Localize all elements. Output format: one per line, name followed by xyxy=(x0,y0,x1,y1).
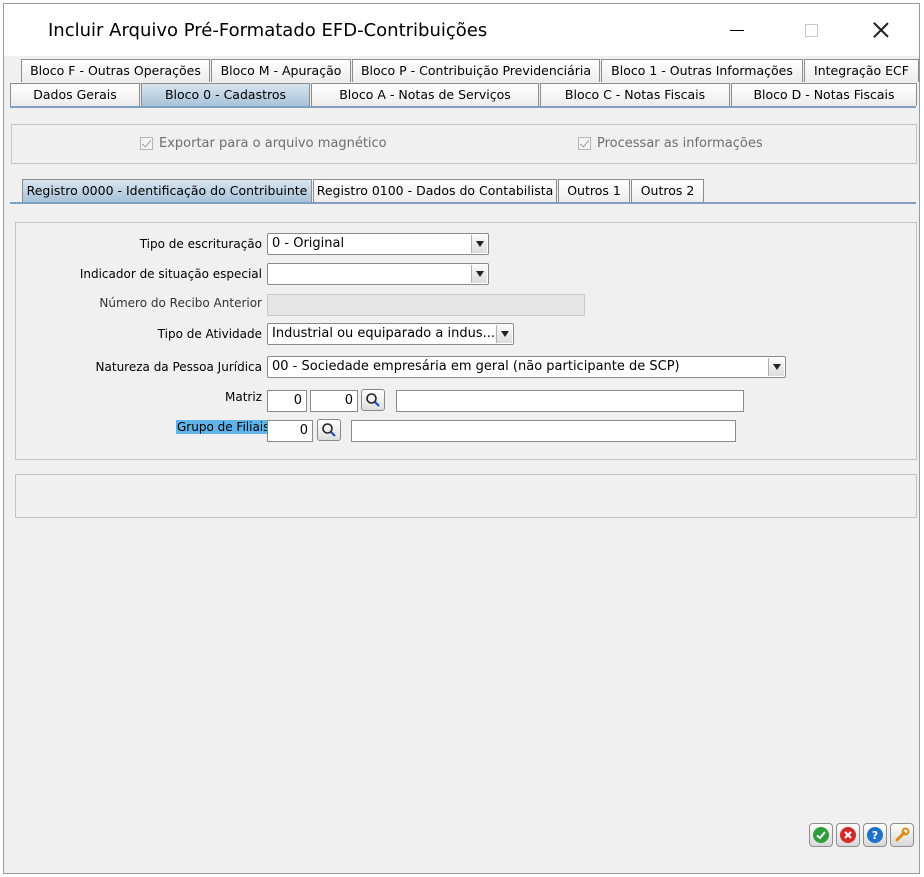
subtab-outros-2[interactable]: Outros 2 xyxy=(631,179,704,202)
tab-bloco-f[interactable]: Bloco F - Outras Operações xyxy=(21,59,210,82)
matriz-code1-input[interactable]: 0 xyxy=(267,390,307,412)
matriz-description-input[interactable] xyxy=(396,390,744,412)
svg-text:?: ? xyxy=(872,829,878,842)
help-icon: ? xyxy=(867,827,883,843)
matriz-label: Matriz xyxy=(225,390,262,404)
help-button[interactable]: ? xyxy=(863,823,887,847)
checkbox-checked-icon xyxy=(140,137,153,150)
tab-bloco-a[interactable]: Bloco A - Notas de Serviços xyxy=(311,83,539,106)
chevron-down-icon xyxy=(471,235,487,253)
wrench-icon xyxy=(895,827,910,842)
tipo-escrituracao-value: 0 - Original xyxy=(272,236,345,251)
tab-bloco-m[interactable]: Bloco M - Apuração xyxy=(211,59,351,82)
maximize-button[interactable] xyxy=(788,12,834,48)
recibo-label: Número do Recibo Anterior xyxy=(99,296,262,310)
minimize-icon xyxy=(730,29,744,31)
natureza-value: 00 - Sociedade empresária em geral (não … xyxy=(272,359,680,374)
tab-bloco-d[interactable]: Bloco D - Notas Fiscais xyxy=(731,83,917,106)
indicador-label: Indicador de situação especial xyxy=(79,267,262,281)
maximize-icon xyxy=(804,23,818,37)
matriz-code2-input[interactable]: 0 xyxy=(310,390,358,412)
grupo-filiais-label: Grupo de Filiais xyxy=(176,420,271,434)
check-icon xyxy=(813,827,829,843)
chevron-down-icon xyxy=(471,265,487,283)
title-bar: Incluir Arquivo Pré-Formatado EFD-Contri… xyxy=(4,4,919,56)
subtab-divider xyxy=(10,202,916,204)
chevron-down-icon xyxy=(496,325,512,343)
tab-dados-gerais[interactable]: Dados Gerais xyxy=(10,83,140,106)
tab-integracao-ecf[interactable]: Integração ECF xyxy=(804,59,919,82)
tipo-atividade-select[interactable]: Industrial ou equiparado a indus... xyxy=(267,323,514,345)
cancel-icon xyxy=(840,827,856,843)
window-title: Incluir Arquivo Pré-Formatado EFD-Contri… xyxy=(48,20,488,41)
tipo-escrituracao-select[interactable]: 0 - Original xyxy=(267,233,489,255)
minimize-button[interactable] xyxy=(714,12,760,48)
indicador-select[interactable] xyxy=(267,263,489,285)
subtab-registro-0000[interactable]: Registro 0000 - Identificação do Contrib… xyxy=(22,179,312,202)
close-button[interactable] xyxy=(858,12,904,48)
grupo-description-input[interactable] xyxy=(351,420,736,442)
tab-bloco-c[interactable]: Bloco C - Notas Fiscais xyxy=(540,83,730,106)
ok-button[interactable] xyxy=(809,823,833,847)
tools-button[interactable] xyxy=(890,823,914,847)
tipo-escrituracao-label: Tipo de escrituração xyxy=(139,237,262,251)
dialog-window: Incluir Arquivo Pré-Formatado EFD-Contri… xyxy=(3,3,920,874)
tab-bloco-1[interactable]: Bloco 1 - Outras Informações xyxy=(601,59,803,82)
matriz-lookup-button[interactable] xyxy=(361,389,385,411)
grupo-lookup-button[interactable] xyxy=(317,419,341,441)
options-panel: Exportar para o arquivo magnético Proces… xyxy=(11,124,917,164)
cancel-button[interactable] xyxy=(836,823,860,847)
magnifier-icon xyxy=(322,423,336,437)
close-icon xyxy=(873,22,889,38)
tipo-atividade-label: Tipo de Atividade xyxy=(157,327,262,341)
magnifier-icon xyxy=(366,393,380,407)
exportar-checkbox[interactable]: Exportar para o arquivo magnético xyxy=(140,136,387,151)
tipo-atividade-value: Industrial ou equiparado a indus... xyxy=(272,326,496,341)
grupo-filiais-input[interactable]: 0 xyxy=(267,420,313,442)
processar-checkbox[interactable]: Processar as informações xyxy=(578,136,763,151)
exportar-label: Exportar para o arquivo magnético xyxy=(159,136,387,151)
processar-label: Processar as informações xyxy=(597,136,763,151)
tab-divider xyxy=(10,106,916,108)
tab-bloco-p[interactable]: Bloco P - Contribuição Previdenciária xyxy=(352,59,600,82)
status-panel xyxy=(15,474,917,518)
recibo-input xyxy=(267,294,585,316)
checkbox-checked-icon xyxy=(578,137,591,150)
natureza-label: Natureza da Pessoa Jurídica xyxy=(95,360,262,374)
subtab-registro-0100[interactable]: Registro 0100 - Dados do Contabilista xyxy=(313,179,557,202)
form-panel: Tipo de escrituração 0 - Original Indica… xyxy=(15,222,917,460)
tab-bloco-0[interactable]: Bloco 0 - Cadastros xyxy=(141,83,310,106)
natureza-select[interactable]: 00 - Sociedade empresária em geral (não … xyxy=(267,356,786,378)
subtab-outros-1[interactable]: Outros 1 xyxy=(558,179,630,202)
chevron-down-icon xyxy=(768,358,784,376)
